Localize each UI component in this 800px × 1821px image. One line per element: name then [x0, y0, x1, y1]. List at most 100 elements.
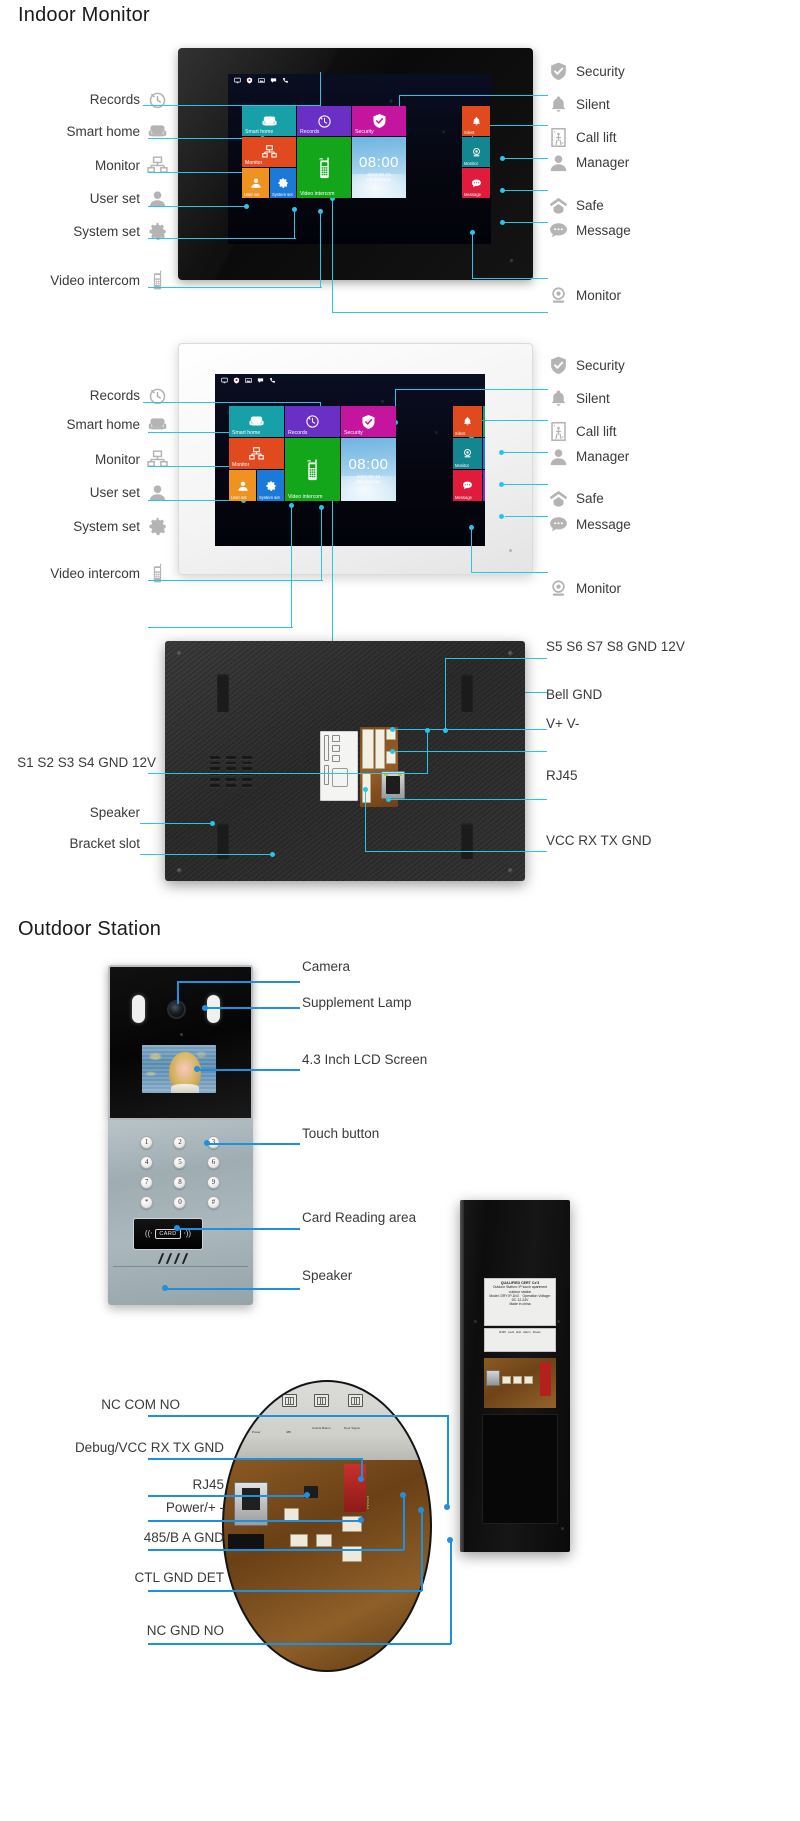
component-block [228, 1533, 264, 1550]
tile-safe[interactable]: Safe [483, 470, 485, 501]
callout-label: System set [73, 223, 140, 239]
leader-video-intercom-white [148, 580, 323, 582]
tile-system-set[interactable]: System set [257, 470, 284, 501]
tile-monitor-small[interactable]: Monitor [453, 438, 482, 469]
supplement-lamp-left [132, 995, 145, 1023]
key-9[interactable]: 9 [206, 1175, 220, 1189]
picture-icon [258, 77, 265, 84]
sofa-icon [248, 414, 265, 429]
tile-video-intercom[interactable]: Video intercom [297, 137, 351, 198]
sofa-icon [261, 114, 278, 129]
key-hash[interactable]: # [206, 1195, 220, 1209]
key-5[interactable]: 5 [173, 1155, 187, 1169]
callout-lcd-screen: 4.3 Inch LCD Screen [302, 1053, 427, 1067]
tile-smart-home[interactable]: Smart home [242, 106, 296, 136]
card-reading-area[interactable]: ((⸱ CARD ⸱)) [133, 1218, 203, 1250]
tile-monitor[interactable]: Monitor [242, 137, 296, 167]
bracket-slot-top-left [217, 674, 229, 712]
chat-icon [462, 480, 473, 491]
callout-rj45-back: RJ45 [546, 769, 578, 783]
callout-label: Camera [302, 959, 351, 974]
leader-dot [270, 852, 275, 857]
tile-label: User set [231, 494, 247, 500]
tile-monitor[interactable]: Monitor [229, 438, 284, 469]
callout-label: Safe [576, 490, 604, 506]
tile-security[interactable]: Security [352, 106, 406, 136]
key-1[interactable]: 1 [140, 1135, 154, 1149]
key-7[interactable]: 7 [140, 1175, 154, 1189]
callout-v-plus-minus: V+ V- [546, 717, 579, 731]
tile-monitor-small[interactable]: Monitor [462, 137, 490, 167]
callout-label: Monitor [94, 157, 140, 173]
callout-label: System set [73, 518, 140, 534]
terminal-caption: Door Signal [344, 1425, 360, 1430]
key-2[interactable]: 2 [173, 1135, 187, 1149]
status-bar [234, 77, 289, 84]
connector [502, 1376, 511, 1384]
tile-user-set[interactable]: User set [229, 470, 256, 501]
leader-dot [400, 1492, 406, 1498]
callout-bracket-slot: Bracket slot [0, 837, 140, 851]
leader-speaker-station [166, 1288, 300, 1290]
clock-icon [305, 414, 320, 429]
terminal-label: RJ45 Lock Exit Alarm Power [484, 1328, 556, 1352]
tile-system-set[interactable]: System set [270, 168, 296, 198]
tile-smart-home[interactable]: Smart home [229, 406, 284, 437]
tile-label: Video intercom [300, 190, 335, 197]
pcb-board: A S C-A-1 [224, 1459, 430, 1670]
callout-485-b-a-gnd: 485/B A GND [0, 1531, 224, 1545]
leader-call-lift-black [504, 158, 548, 160]
callout-label: RJ45 [546, 768, 578, 783]
terminal-caption: Unlock Button [312, 1425, 331, 1430]
gear-icon [147, 516, 168, 537]
callout-label: Speaker [302, 1268, 353, 1283]
leader-nc-com-no-v [447, 1415, 449, 1508]
wiring-diagram-sticker [320, 731, 358, 801]
tile-security[interactable]: Security [341, 406, 396, 437]
leader-nc-gnd-no-v [450, 1540, 452, 1644]
leader-dot [358, 1517, 364, 1523]
key-0[interactable]: 0 [173, 1195, 187, 1209]
key-6[interactable]: 6 [206, 1155, 220, 1169]
leader-dot [418, 1507, 424, 1513]
tile-manager[interactable]: Manager [483, 438, 485, 469]
tile-label: Security [344, 429, 363, 436]
leader-dot [390, 727, 395, 732]
tile-silent[interactable]: Silent [453, 406, 482, 437]
tile-call-lift[interactable]: Call lift [483, 406, 485, 437]
tile-message[interactable]: Message [453, 470, 482, 501]
tile-label: Message [464, 191, 481, 197]
screw [177, 868, 182, 873]
back-recess [482, 1414, 558, 1524]
chat-icon [257, 378, 264, 383]
tile-grid-black: Smart home Records Security Silent Monit… [242, 106, 490, 226]
shield-check-icon [372, 113, 387, 129]
terminal-strip: Power 485 Unlock Button Door Signal [224, 1382, 430, 1460]
tile-clock: 08:00 2023-02-15 Wednesday [352, 137, 406, 198]
outdoor-station-front: 1 2 3 4 5 6 7 8 9 * 0 # ((⸱ CARD ⸱)) [108, 965, 253, 1315]
callout-s1-s4: S1 S2 S3 S4 GND 12V [0, 756, 156, 770]
callout-speaker-back-label: Speaker [0, 806, 140, 820]
tile-message[interactable]: Message [462, 168, 490, 198]
tile-user-set[interactable]: User set [242, 168, 269, 198]
tile-video-intercom[interactable]: Video intercom [285, 438, 340, 501]
callout-label: Card Reading area [302, 1210, 417, 1225]
leader-system-set-white [148, 627, 293, 629]
leader-dot [499, 450, 504, 455]
callout-system-set-black: System set [0, 221, 168, 242]
key-4[interactable]: 4 [140, 1155, 154, 1169]
tile-label: Monitor [245, 159, 263, 166]
tile-records[interactable]: Records [297, 106, 351, 136]
leader-camera-v [177, 981, 179, 1004]
tile-silent[interactable]: Silent [462, 106, 490, 136]
chat-icon [471, 178, 482, 189]
key-8[interactable]: 8 [173, 1175, 187, 1189]
leader-485-b-a-gnd-v [403, 1495, 405, 1550]
key-star[interactable]: * [140, 1195, 154, 1209]
connector [524, 1376, 533, 1384]
bracket-slot-bottom-right [461, 823, 473, 859]
tile-label: Smart home [232, 429, 261, 436]
leader-s1-s4 [148, 773, 428, 775]
tile-records[interactable]: Records [285, 406, 340, 437]
station-side-edge [460, 1200, 464, 1552]
